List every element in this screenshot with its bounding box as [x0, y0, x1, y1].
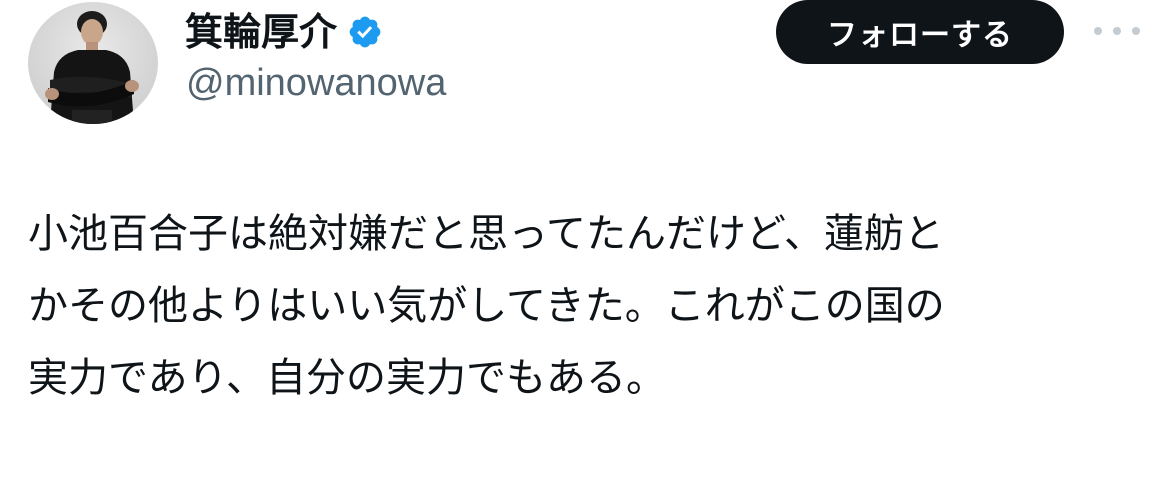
user-avatar-photo [45, 11, 139, 124]
author-name-row: 箕輪厚介 [185, 6, 383, 58]
avatar[interactable] [28, 2, 158, 124]
tweet-text-line: 実力であり、自分の実力でもある。 [28, 355, 666, 401]
more-dot [1094, 27, 1102, 35]
author-handle[interactable]: @minowanowa [186, 64, 446, 102]
more-dot [1113, 27, 1121, 35]
follow-button[interactable]: フォローする [776, 0, 1064, 64]
verified-badge-icon[interactable] [347, 14, 383, 50]
more-dot [1132, 27, 1140, 35]
tweet-text-line: かその他よりはいい気がしてきた。これがこの国の [28, 283, 945, 329]
author-display-name[interactable]: 箕輪厚介 [185, 13, 337, 51]
tweet-text-line: 小池百合子は絶対嫌だと思ってたんだけど、蓮舫と [28, 211, 944, 257]
more-options-icon[interactable] [1094, 18, 1140, 44]
tweet-text: 小池百合子は絶対嫌だと思ってたんだけど、蓮舫と かその他よりはいい気がしてきた。… [28, 198, 1148, 414]
